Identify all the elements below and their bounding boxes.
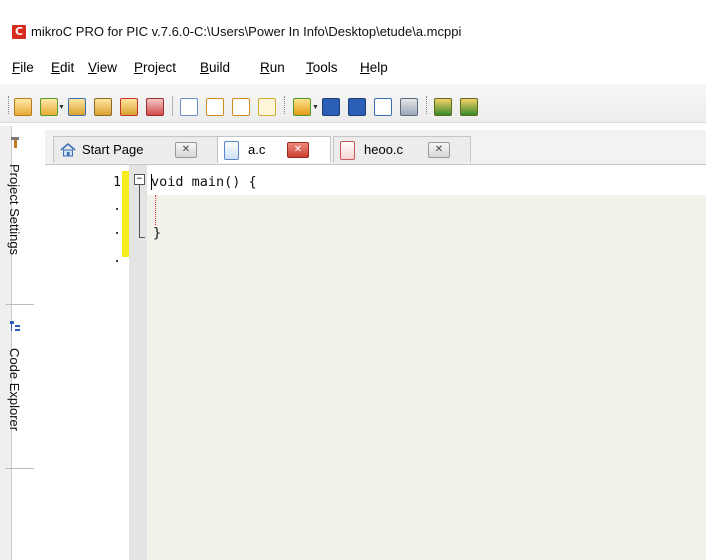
menu-build[interactable]: Build [200,60,230,75]
add-file-icon[interactable] [232,98,250,116]
close-icon[interactable]: ✕ [175,142,197,158]
tab-label: a.c [248,142,266,157]
window-title: mikroC PRO for PIC v.7.6.0-C:\Users\Powe… [31,24,462,39]
tree-icon [10,321,20,331]
divider [6,304,34,305]
c-file-icon [224,141,239,160]
open-project-icon[interactable] [40,98,58,116]
build-all-icon[interactable] [460,98,478,116]
fold-toggle-icon[interactable]: − [134,174,145,185]
toolbar-separator [172,96,173,116]
error-marker [155,195,157,225]
menu-bar: File Edit View Project Build Run Tools H… [0,56,706,80]
dropdown-arrow-icon[interactable]: ▼ [312,104,319,111]
fold-margin [129,165,147,560]
menu-file[interactable]: File [12,60,34,75]
save-icon[interactable] [322,98,340,116]
tools-icon [11,137,19,148]
divider [6,468,34,469]
line-number-gutter: 1 . . . [45,165,121,560]
save-project-icon[interactable] [68,98,86,116]
save-all-icon[interactable] [348,98,366,116]
tab-label: heoo.c [364,142,404,157]
project-settings-icon[interactable] [146,98,164,116]
toolbar-grip[interactable] [284,96,288,114]
menu-view[interactable]: View [88,60,117,75]
line-number: . [113,251,121,266]
editor-tabs: Start Page ✕ a.c ✕ heoo.c ✕ [45,130,706,165]
line-number: 1 [113,175,121,190]
dropdown-arrow-icon[interactable]: ▼ [58,104,65,111]
open-icon[interactable] [293,98,311,116]
code-line: void main() { [151,174,257,190]
tab-project-settings[interactable]: Project Settings [7,164,22,255]
close-icon[interactable]: ✕ [428,142,450,158]
toolbar: ▼ ▼ [0,84,706,123]
code-area[interactable] [147,195,706,560]
app-logo-icon: C [12,25,26,39]
menu-edit[interactable]: Edit [51,60,74,75]
tab-start-page[interactable]: Start Page ✕ [53,136,227,163]
line-number: . [113,199,121,214]
fold-end [139,237,145,238]
edit-project-icon[interactable] [94,98,112,116]
print-icon[interactable] [400,98,418,116]
close-icon[interactable]: ✕ [287,142,309,158]
fold-line [139,185,140,237]
tab-label: Start Page [82,142,144,157]
open-file-icon[interactable] [206,98,224,116]
menu-tools[interactable]: Tools [306,60,338,75]
build-icon[interactable] [434,98,452,116]
line-number: . [113,223,121,238]
code-editor[interactable]: 1 . . . − void main() { } [45,165,706,560]
new-project-icon[interactable] [14,98,32,116]
c-file-icon [340,141,355,160]
menu-project[interactable]: Project [134,60,176,75]
tab-heoo-c[interactable]: heoo.c ✕ [333,136,471,163]
toolbar-grip[interactable] [8,96,12,114]
remove-file-icon[interactable] [258,98,276,116]
menu-run[interactable]: Run [260,60,285,75]
left-panel-strip: Project Settings Code Explorer [0,126,34,560]
new-file-icon[interactable] [180,98,198,116]
toolbar-grip[interactable] [426,96,430,114]
title-bar: C mikroC PRO for PIC v.7.6.0-C:\Users\Po… [0,0,706,42]
code-line: } [153,225,162,241]
close-project-icon[interactable] [120,98,138,116]
modified-lines-bar [122,171,129,257]
print-preview-icon[interactable] [374,98,392,116]
tab-code-explorer[interactable]: Code Explorer [7,348,22,431]
tab-a-c[interactable]: a.c ✕ [217,136,331,163]
menu-help[interactable]: Help [360,60,388,75]
home-icon [60,142,76,157]
